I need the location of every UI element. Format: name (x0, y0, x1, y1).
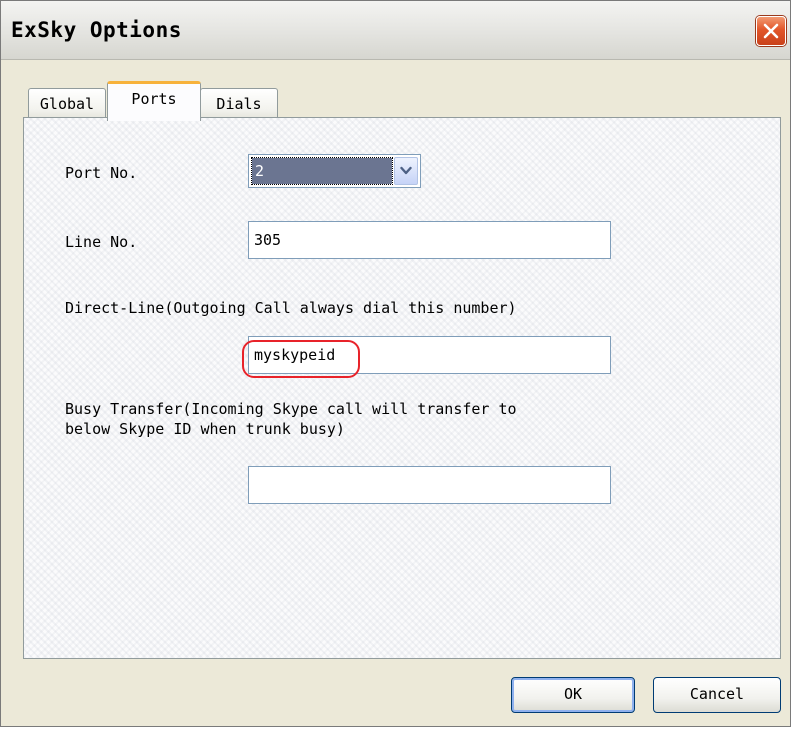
tab-global[interactable]: Global (28, 88, 106, 118)
cancel-button[interactable]: Cancel (653, 677, 781, 713)
direct-line-input[interactable]: myskypeid (248, 336, 611, 374)
close-button[interactable] (756, 16, 786, 46)
chevron-down-icon (400, 166, 412, 175)
ok-button[interactable]: OK (511, 677, 635, 713)
close-icon (763, 23, 779, 39)
window-title: ExSky Options (11, 18, 182, 42)
port-no-select[interactable]: 2 (248, 154, 421, 188)
title-bar[interactable]: ExSky Options (1, 1, 790, 60)
busy-transfer-label-line1: Busy Transfer(Incoming Skype call will t… (65, 400, 517, 418)
line-no-label: Line No. (65, 233, 138, 251)
line-no-input[interactable]: 305 (248, 221, 611, 259)
options-dialog: ExSky Options Global Ports Dials Port No… (0, 0, 791, 727)
port-no-selected-value: 2 (251, 157, 393, 185)
tab-ports[interactable]: Ports (107, 81, 201, 121)
ports-tab-panel: Port No. 2 Line No. 305 Direct-Line(Outg… (23, 117, 781, 659)
tab-dials[interactable]: Dials (200, 88, 278, 118)
port-no-dropdown-button[interactable] (394, 157, 418, 185)
busy-transfer-input[interactable] (248, 466, 611, 504)
direct-line-label: Direct-Line(Outgoing Call always dial th… (65, 299, 517, 317)
port-no-label: Port No. (65, 164, 138, 182)
busy-transfer-label-line2: below Skype ID when trunk busy) (65, 420, 345, 438)
